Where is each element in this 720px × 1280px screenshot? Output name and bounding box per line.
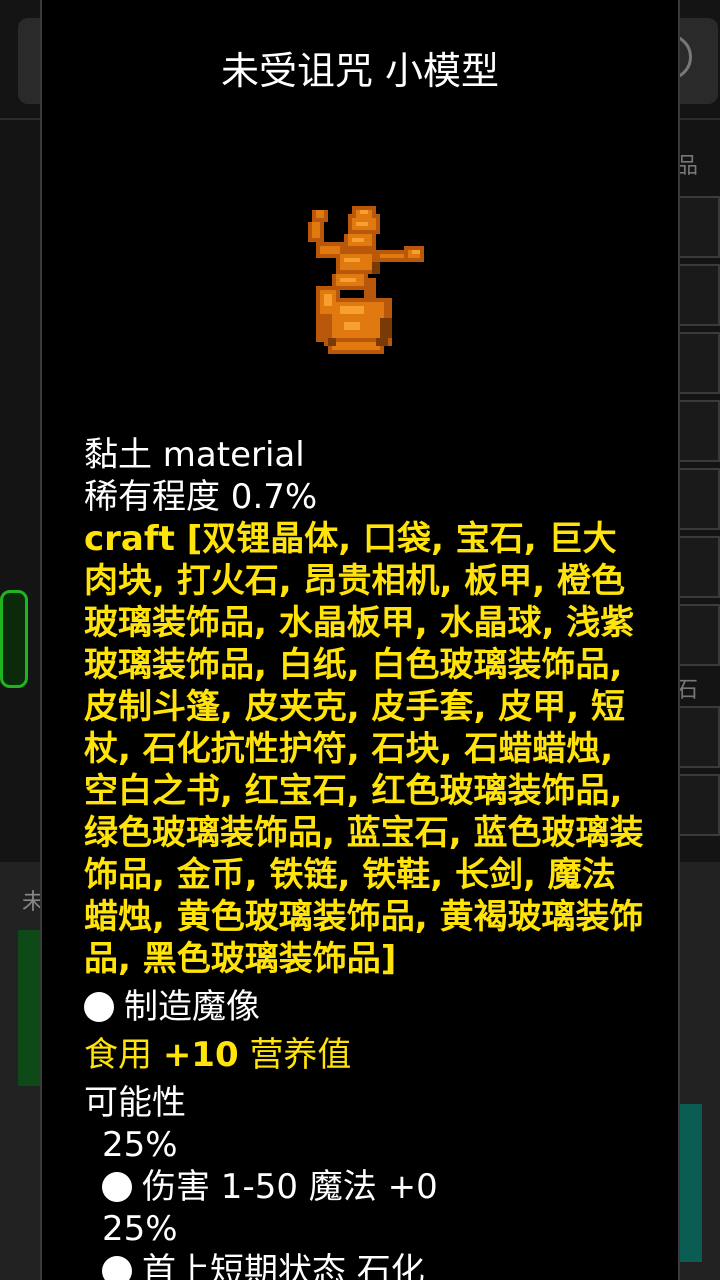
rarity-line: 稀有程度 0.7% <box>84 477 318 517</box>
craft-section: craft [双锂晶体, 口袋, 宝石, 巨大肉块, 打火石, 昂贵相机, 板甲… <box>84 518 644 980</box>
outcome-effect-line: 首上短期状态 石化 <box>84 1250 644 1280</box>
craft-items: [双锂晶体, 口袋, 宝石, 巨大肉块, 打火石, 昂贵相机, 板甲, 橙色玻璃… <box>84 519 644 979</box>
material-line: 黏土 material <box>84 435 305 475</box>
background-slot <box>678 400 720 462</box>
outcome-effect-line: 伤害 1-50 魔法 +0 <box>84 1166 644 1208</box>
background-slot <box>678 604 720 666</box>
background-slot <box>678 706 720 768</box>
make-golem-text: 制造魔像 <box>124 987 260 1027</box>
possibility-label: 可能性 <box>84 1083 186 1123</box>
item-title: 未受诅咒 小模型 <box>220 49 500 93</box>
outcome-chance: 25% <box>102 1125 178 1165</box>
item-description: 黏土 material 稀有程度 0.7% craft [双锂晶体, 口袋, 宝… <box>84 434 644 1280</box>
bullet-icon <box>102 1172 132 1202</box>
background-slot <box>678 332 720 394</box>
eat-value: +10 <box>162 1035 239 1075</box>
background-green-button <box>0 590 28 688</box>
outcome-effect: 伤害 1-50 魔法 +0 <box>142 1167 438 1207</box>
bullet-icon <box>102 1256 132 1280</box>
background-slot <box>678 468 720 530</box>
outcome-effect: 首上短期状态 石化 <box>142 1251 425 1280</box>
craft-label: craft <box>84 519 175 559</box>
bullet-icon <box>84 992 114 1022</box>
eat-line: 食用 +10 营养值 <box>84 1034 644 1076</box>
eat-suffix: 营养值 <box>249 1035 352 1075</box>
make-golem-line: 制造魔像 <box>84 986 644 1028</box>
outcome-chance: 25% <box>102 1209 178 1249</box>
background-slot <box>678 774 720 836</box>
eat-prefix: 食用 <box>84 1035 152 1075</box>
figurine-sprite-icon <box>308 206 424 354</box>
background-teal-panel <box>678 1104 702 1262</box>
background-slot <box>678 196 720 258</box>
item-info-dialog[interactable]: 未受诅咒 小模型 黏土 material 稀有程度 0.7% craft [双锂… <box>40 0 680 1280</box>
background-slot <box>678 264 720 326</box>
background-slot <box>678 536 720 598</box>
